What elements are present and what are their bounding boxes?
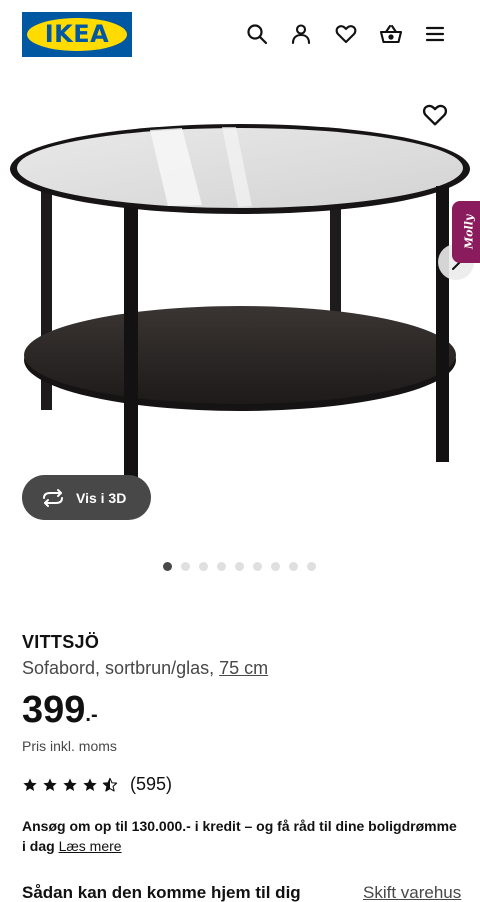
logo-text: IKEA bbox=[44, 20, 110, 48]
menu-icon[interactable] bbox=[423, 22, 447, 46]
save-to-favourites-icon[interactable] bbox=[421, 101, 449, 129]
star-half-icon bbox=[102, 777, 118, 793]
pagination-dot[interactable] bbox=[235, 562, 244, 571]
product-description-text: Sofabord, sortbrun/glas, bbox=[22, 658, 220, 678]
pagination-dot[interactable] bbox=[199, 562, 208, 571]
product-name: VITTSJÖ bbox=[22, 632, 100, 652]
ikea-logo[interactable]: IKEA bbox=[22, 12, 132, 57]
read-more-link[interactable]: Læs mere bbox=[59, 838, 122, 854]
view-in-3d-button[interactable]: Vis i 3D bbox=[22, 475, 151, 520]
rating-stars bbox=[22, 777, 122, 793]
site-header: IKEA bbox=[0, 0, 480, 72]
molly-chat-badge[interactable]: Molly bbox=[452, 201, 480, 263]
pagination-dot[interactable] bbox=[163, 562, 172, 571]
pagination-dot[interactable] bbox=[289, 562, 298, 571]
search-icon[interactable] bbox=[245, 22, 269, 46]
account-icon[interactable] bbox=[289, 22, 313, 46]
heart-icon[interactable] bbox=[334, 22, 358, 46]
price-main: 399 bbox=[22, 689, 86, 731]
change-store-link[interactable]: Skift varehus bbox=[363, 883, 461, 902]
gallery-pagination bbox=[163, 562, 325, 572]
pagination-dot[interactable] bbox=[253, 562, 262, 571]
credit-offer: Ansøg om op til 130.000.- i kredit – og … bbox=[22, 816, 462, 856]
pagination-dot[interactable] bbox=[217, 562, 226, 571]
pagination-dot[interactable] bbox=[181, 562, 190, 571]
vat-note: Pris inkl. moms bbox=[22, 738, 117, 754]
product-image bbox=[10, 124, 470, 492]
molly-label: Molly bbox=[462, 214, 476, 250]
product-gallery[interactable] bbox=[0, 90, 480, 540]
product-price: 399 .- bbox=[22, 688, 98, 742]
rotate-3d-icon bbox=[43, 488, 63, 507]
pagination-dot[interactable] bbox=[271, 562, 280, 571]
pagination-dot[interactable] bbox=[307, 562, 316, 571]
star-full-icon bbox=[82, 777, 98, 793]
price-suffix: .- bbox=[85, 704, 98, 726]
rating-count: (595) bbox=[130, 774, 173, 794]
basket-icon[interactable] bbox=[379, 22, 403, 46]
star-full-icon bbox=[42, 777, 58, 793]
delivery-heading: Sådan kan den komme hjem til dig bbox=[22, 883, 301, 902]
star-full-icon bbox=[62, 777, 78, 793]
product-rating[interactable]: (595) bbox=[22, 774, 172, 795]
view-in-3d-label: Vis i 3D bbox=[76, 489, 127, 506]
product-size-link[interactable]: 75 cm bbox=[219, 658, 268, 678]
product-description: Sofabord, sortbrun/glas, 75 cm bbox=[22, 658, 268, 679]
star-full-icon bbox=[22, 777, 38, 793]
